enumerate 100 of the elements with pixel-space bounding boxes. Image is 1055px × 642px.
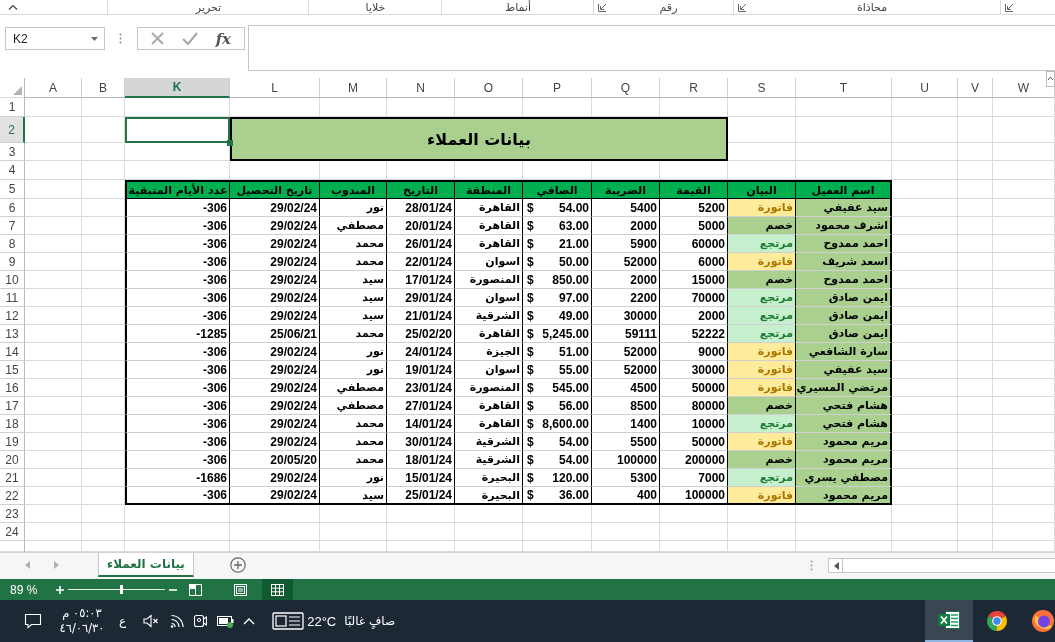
- corner-arrow-icon[interactable]: [598, 2, 607, 12]
- table-cell: الجيزة: [455, 343, 523, 361]
- battery-icon[interactable]: [217, 614, 236, 628]
- table-cell: سيد: [320, 307, 387, 325]
- amount: 97.00: [558, 290, 589, 305]
- horizontal-scrollbar[interactable]: [828, 558, 1055, 573]
- corner-arrow-icon[interactable]: [1005, 2, 1014, 12]
- table-header-cell: المندوب: [320, 180, 387, 199]
- weather-temperature[interactable]: 22°C: [307, 613, 337, 629]
- selected-cell[interactable]: [125, 117, 230, 143]
- table-cell: القاهرة: [455, 199, 523, 217]
- table-cell: 29/02/24: [230, 433, 320, 451]
- table-cell: 6000: [660, 253, 728, 271]
- chevron-up-icon[interactable]: [8, 4, 18, 10]
- column-header[interactable]: T: [796, 78, 892, 98]
- table-cell: مريم محمود: [796, 487, 892, 505]
- amount: 51.00: [558, 344, 589, 359]
- zoom-slider-thumb[interactable]: [120, 585, 124, 594]
- news-icon[interactable]: [272, 612, 305, 630]
- column-header[interactable]: S: [728, 78, 796, 98]
- column-header[interactable]: N: [387, 78, 455, 98]
- table-cell: -306: [125, 289, 230, 307]
- currency-symbol: $: [527, 200, 534, 215]
- clock-time[interactable]: ٠٥:٠٣ م: [62, 606, 102, 621]
- table-header-cell: اسم العميل: [796, 180, 892, 199]
- amount: 54.00: [558, 452, 589, 467]
- vertical-dots-icon[interactable]: [810, 560, 813, 571]
- column-header[interactable]: Q: [592, 78, 660, 98]
- speaker-muted-icon[interactable]: [143, 614, 160, 628]
- table-cell: 10000: [660, 415, 728, 433]
- view-button[interactable]: [262, 579, 293, 600]
- currency-symbol: $: [527, 272, 534, 287]
- table-cell: القاهرة: [455, 217, 523, 235]
- formula-input[interactable]: [248, 25, 1055, 71]
- left-arrow-icon[interactable]: [834, 561, 839, 570]
- table-cell: 50000: [660, 433, 728, 451]
- row-header[interactable]: 2: [0, 117, 25, 143]
- table-cell: 14/01/24: [387, 415, 455, 433]
- title-banner: بيانات العملاء: [230, 117, 728, 161]
- table-cell: مصطفي يسري: [796, 469, 892, 487]
- table-cell: 15000: [660, 271, 728, 289]
- table-cell: -306: [125, 451, 230, 469]
- table-cell: 29/02/24: [230, 289, 320, 307]
- amount: 5,245.00: [542, 326, 589, 341]
- insert-function-button[interactable]: fx: [215, 29, 232, 48]
- plus-circle-icon[interactable]: [229, 557, 246, 573]
- table-cell: 23/01/24: [387, 379, 455, 397]
- name-box[interactable]: K2: [5, 27, 105, 50]
- input-language-indicator[interactable]: ع: [119, 614, 127, 628]
- ribbon-group-label: محاذاة: [855, 0, 889, 14]
- plus-icon[interactable]: [56, 585, 64, 594]
- table-cell: المنصورة: [455, 379, 523, 397]
- table-cell: 2000: [660, 307, 728, 325]
- amount: 850.00: [552, 272, 589, 287]
- taskbar-app-button[interactable]: [925, 600, 973, 642]
- table-cell: هشام فتحي: [796, 415, 892, 433]
- table-cell: فاتورة: [728, 343, 796, 361]
- wifi-icon[interactable]: [170, 614, 186, 628]
- browser-icon: [986, 610, 1008, 632]
- table-cell: خصم: [728, 271, 796, 289]
- sheet-tab[interactable]: بيانات العملاء: [98, 553, 194, 577]
- table-header-cell: التاريخ: [387, 180, 455, 199]
- table-cell: فاتورة: [728, 379, 796, 397]
- amount: 545.00: [552, 380, 589, 395]
- table-cell: 8500: [592, 397, 660, 415]
- zoom-percentage[interactable]: 89 %: [10, 582, 36, 597]
- speech-bubble-icon[interactable]: [24, 613, 42, 629]
- table-cell: 2200: [592, 289, 660, 307]
- column-header[interactable]: K: [125, 78, 230, 98]
- amount: 21.00: [558, 236, 589, 251]
- table-cell: -306: [125, 199, 230, 217]
- table-cell: 29/02/24: [230, 253, 320, 271]
- column-header[interactable]: U: [892, 78, 958, 98]
- table-cell: اشرف محمود: [796, 217, 892, 235]
- weather-condition[interactable]: صافٍ غالبًا: [344, 614, 396, 628]
- column-header[interactable]: M: [320, 78, 387, 98]
- column-header[interactable]: O: [455, 78, 523, 98]
- column-header[interactable]: V: [958, 78, 993, 98]
- table-cell: اسوان: [455, 289, 523, 307]
- currency-symbol: $: [527, 254, 534, 269]
- camera-icon[interactable]: [193, 613, 208, 629]
- column-header[interactable]: L: [230, 78, 320, 98]
- table-cell: 5200: [660, 199, 728, 217]
- column-header[interactable]: B: [82, 78, 125, 98]
- table-cell: 59111: [592, 325, 660, 343]
- clock-date[interactable]: ٤٦/٠٦/٣٠: [59, 621, 105, 636]
- column-header[interactable]: R: [660, 78, 728, 98]
- column-header[interactable]: A: [25, 78, 82, 98]
- amount: 56.00: [558, 398, 589, 413]
- column-header[interactable]: P: [523, 78, 592, 98]
- table-cell: مرتجع: [728, 325, 796, 343]
- table-cell: -306: [125, 397, 230, 415]
- table-cell: 29/02/24: [230, 361, 320, 379]
- table-cell: 17/01/24: [387, 271, 455, 289]
- table-cell: 18/01/24: [387, 451, 455, 469]
- table-cell: 24/01/24: [387, 343, 455, 361]
- table-cell: مريم محمود: [796, 451, 892, 469]
- table-cell: نور: [320, 343, 387, 361]
- fill-handle-icon[interactable]: [227, 140, 233, 146]
- corner-arrow-icon[interactable]: [738, 2, 747, 12]
